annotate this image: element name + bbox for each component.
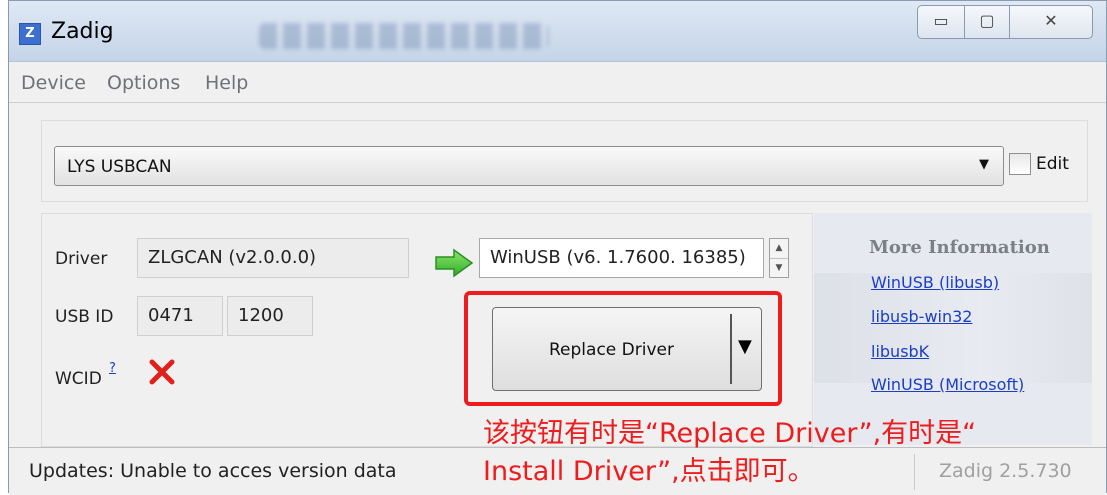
usb-vid-field: 0471 <box>137 296 223 336</box>
red-x-icon <box>149 359 175 385</box>
spin-down-icon[interactable]: ▼ <box>770 259 788 278</box>
wcid-label: WCID <box>55 369 102 389</box>
driver-label: Driver <box>55 249 108 269</box>
driver-spinner[interactable]: ▲ ▼ <box>769 238 789 278</box>
arrow-right-icon <box>435 248 474 278</box>
link-libusbk[interactable]: libusbK <box>871 342 929 361</box>
app-icon: Z <box>19 23 41 45</box>
maximize-icon: ▢ <box>979 11 995 30</box>
close-button[interactable]: ✕ <box>1009 5 1093 39</box>
menu-options[interactable]: Options <box>107 72 180 94</box>
device-dropdown-value: LYS USBCAN <box>67 157 172 177</box>
split-button-divider <box>730 314 732 384</box>
link-libusb-win32[interactable]: libusb-win32 <box>871 307 972 326</box>
status-divider <box>914 454 915 490</box>
chevron-down-icon: ▼ <box>979 157 989 172</box>
replace-driver-button[interactable]: Replace Driver ▼ <box>492 307 762 391</box>
window-title: Zadig <box>51 19 114 44</box>
replace-driver-label: Replace Driver <box>549 340 674 360</box>
usb-pid-field: 1200 <box>227 296 313 336</box>
usb-id-label: USB ID <box>55 307 114 327</box>
close-icon: ✕ <box>1044 11 1058 30</box>
spin-up-icon[interactable]: ▲ <box>770 239 788 259</box>
current-driver-field: ZLGCAN (v2.0.0.0) <box>137 238 409 278</box>
minimize-button[interactable]: ▭ <box>917 5 965 39</box>
link-winusb-libusb[interactable]: WinUSB (libusb) <box>871 273 999 292</box>
annotation-line-2: Install Driver”,点击即可。 <box>483 456 815 487</box>
version-label: Zadig 2.5.730 <box>939 460 1072 482</box>
menu-device[interactable]: Device <box>21 72 86 94</box>
more-info-title: More Information <box>869 237 1050 258</box>
link-winusb-microsoft[interactable]: WinUSB (Microsoft) <box>871 375 1024 394</box>
split-dropdown-icon[interactable]: ▼ <box>738 336 752 357</box>
minimize-icon: ▭ <box>933 11 949 30</box>
title-bar[interactable]: Z Zadig ▭ ▢ ✕ <box>9 1 1106 62</box>
zadig-window: Z Zadig ▭ ▢ ✕ Device Options Help LYS US… <box>8 0 1107 495</box>
wcid-help-link[interactable]: ? <box>109 361 116 376</box>
edit-label: Edit <box>1036 154 1069 174</box>
edit-checkbox[interactable] <box>1009 153 1031 175</box>
device-dropdown[interactable]: LYS USBCAN ▼ <box>54 146 1004 186</box>
blurred-watermark <box>259 23 549 49</box>
menu-help[interactable]: Help <box>205 72 248 94</box>
annotation-line-1: 该按钮有时是“Replace Driver”,有时是“ <box>483 418 977 449</box>
target-driver-field[interactable]: WinUSB (v6. 1.7600. 16385) <box>479 238 764 278</box>
maximize-button[interactable]: ▢ <box>964 5 1010 39</box>
status-message: Updates: Unable to acces version data <box>29 460 397 482</box>
menu-bar: Device Options Help <box>9 62 1106 103</box>
